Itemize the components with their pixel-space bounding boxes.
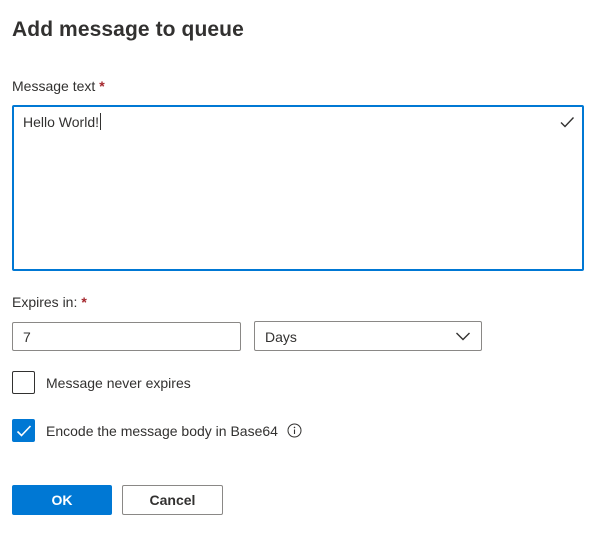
chevron-down-icon	[456, 332, 470, 341]
checkmark-icon	[16, 425, 32, 437]
dialog-title: Add message to queue	[12, 18, 244, 41]
encode-base64-checkbox[interactable]	[12, 419, 35, 442]
expires-value-input[interactable]: 7	[12, 322, 241, 351]
expires-label-text: Expires in:	[12, 294, 78, 310]
required-marker: *	[81, 294, 87, 310]
checkmark-icon	[560, 117, 575, 128]
info-icon[interactable]	[287, 423, 302, 438]
expires-unit-select[interactable]: Days	[254, 321, 482, 351]
encode-base64-option[interactable]: Encode the message body in Base64	[12, 419, 302, 442]
never-expires-option[interactable]: Message never expires	[12, 371, 191, 394]
message-text-label: Message text *	[12, 78, 105, 94]
cancel-button[interactable]: Cancel	[122, 485, 223, 515]
message-text-input[interactable]: Hello World!	[12, 105, 584, 271]
message-text-value: Hello World!	[23, 113, 101, 130]
required-marker: *	[99, 78, 105, 94]
expires-value: 7	[23, 329, 31, 345]
expires-label: Expires in: *	[12, 294, 87, 310]
encode-base64-label: Encode the message body in Base64	[46, 422, 278, 439]
message-text-label-text: Message text	[12, 78, 96, 94]
never-expires-checkbox[interactable]	[12, 371, 35, 394]
ok-button[interactable]: OK	[12, 485, 112, 515]
expires-unit-value: Days	[265, 329, 297, 345]
never-expires-label: Message never expires	[46, 374, 191, 391]
